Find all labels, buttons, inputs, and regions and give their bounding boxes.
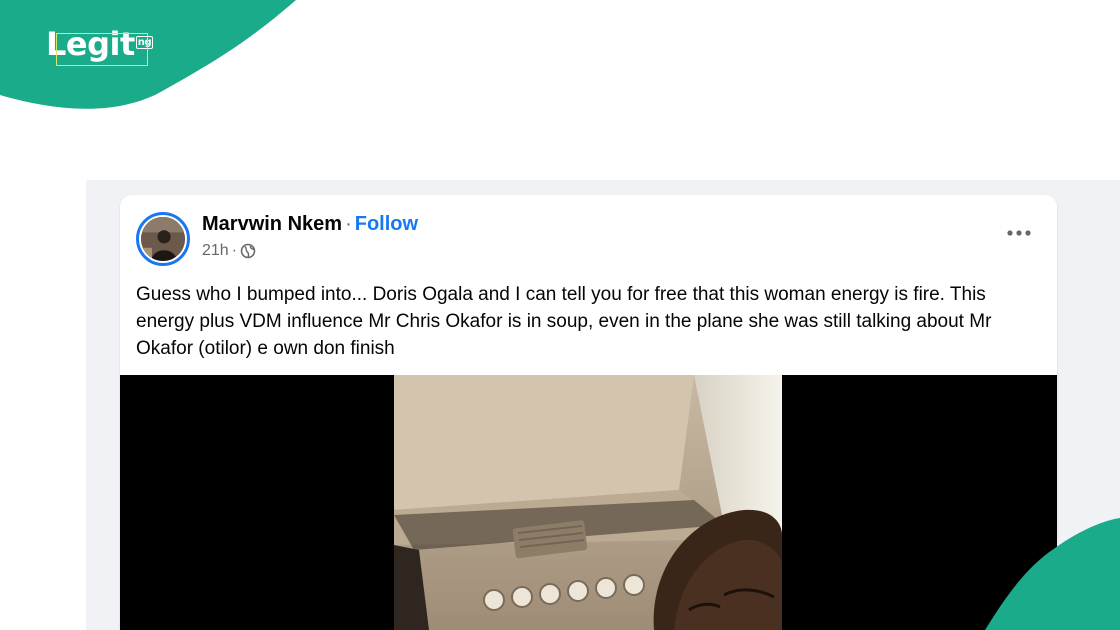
avatar-image	[141, 217, 185, 261]
post-time[interactable]: 21h	[202, 242, 229, 260]
post-video[interactable]	[120, 375, 1057, 630]
post-text: Guess who I bumped into... Doris Ogala a…	[136, 284, 992, 359]
author-avatar[interactable]	[136, 212, 190, 266]
author-name[interactable]: Marvwin Nkem	[202, 213, 342, 235]
follow-button[interactable]: Follow	[355, 213, 418, 235]
facebook-post-card: Marvwin Nkem · Follow 21h · Guess who I bu…	[120, 195, 1057, 630]
meta-separator: ·	[231, 242, 238, 259]
post-meta: 21h ·	[202, 242, 256, 260]
ellipsis-icon	[1007, 230, 1031, 236]
video-frame	[394, 375, 782, 630]
video-still	[394, 375, 782, 630]
post-header: Marvwin Nkem · Follow	[202, 213, 418, 236]
more-options-icon[interactable]	[1003, 221, 1035, 245]
avatar-photo-icon	[141, 217, 185, 261]
logo-frame	[56, 33, 148, 66]
name-separator: ·	[345, 213, 352, 235]
brand-footer-shape	[985, 518, 1120, 630]
globe-icon	[240, 243, 256, 259]
